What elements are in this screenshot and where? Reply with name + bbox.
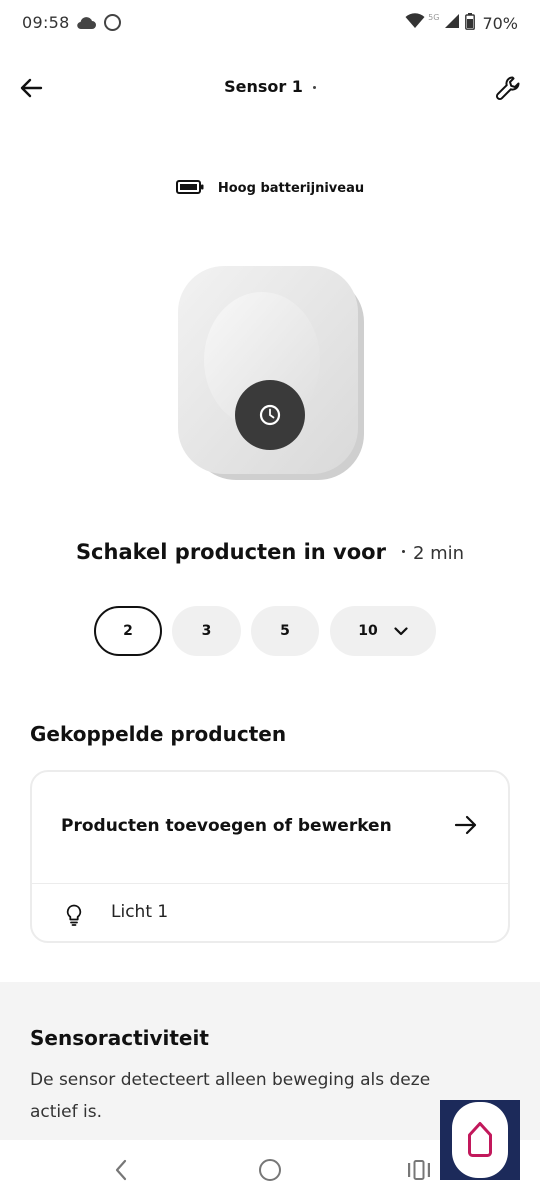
network-type: 5G (428, 12, 440, 22)
wrench-icon (495, 76, 520, 101)
title-dot (312, 86, 316, 89)
battery-level-label: Hoog batterijniveau (217, 180, 365, 196)
sensor-activity-description: De sensor detecteert alleen beweging als… (30, 1070, 431, 1122)
add-edit-products-row[interactable]: Producten toevoegen of bewerken (32, 772, 508, 883)
delay-title: Schakel producten in voor (75, 540, 386, 564)
delay-option-5[interactable]: 5 (251, 606, 319, 656)
settings-button[interactable] (490, 70, 526, 106)
sensor-device-image (170, 262, 370, 482)
delay-value: 2 min (412, 543, 465, 564)
arrow-right-icon (454, 815, 477, 835)
delay-option-2[interactable]: 2 (94, 606, 162, 656)
delay-option-3[interactable]: 3 (172, 606, 241, 656)
linked-product-name: Licht 1 (111, 902, 169, 922)
linked-products-card: Producten toevoegen of bewerken Licht 1 (30, 770, 510, 943)
home-app-icon-bg (452, 1102, 508, 1178)
notification-circle-icon (104, 14, 121, 31)
nav-home-icon[interactable] (259, 1159, 281, 1181)
wifi-icon (405, 13, 425, 33)
delay-heading: Schakel producten in voor 2 min (0, 540, 540, 576)
battery-full-icon (175, 179, 204, 198)
nav-back-icon[interactable] (110, 1158, 134, 1182)
status-indicators: 5G 70% (405, 12, 518, 34)
delay-option-10-dropdown[interactable]: 10 (330, 606, 436, 656)
signal-icon (444, 13, 460, 33)
add-edit-products-label: Producten toevoegen of bewerken (61, 816, 392, 836)
bulb-icon (66, 904, 82, 926)
delay-options: 2 3 5 10 (94, 606, 454, 656)
delay-option-10-label: 10 (358, 623, 378, 639)
linked-products-title: Gekoppelde producten (30, 722, 287, 746)
chevron-down-icon (394, 626, 408, 635)
nav-recent-apps-icon[interactable] (406, 1158, 432, 1182)
system-navigation-bar (0, 1140, 440, 1200)
cloud-icon (76, 15, 96, 34)
delay-separator (401, 550, 405, 553)
home-icon (468, 1122, 492, 1157)
status-time: 09:58 (22, 13, 70, 32)
app-bar: Sensor 1 (0, 60, 540, 116)
page-title: Sensor 1 (0, 77, 540, 96)
page-title-text: Sensor 1 (224, 77, 303, 96)
battery-percent: 70% (482, 13, 518, 33)
battery-level: Hoog batterijniveau (0, 176, 540, 200)
app-shortcut-button[interactable] (440, 1100, 520, 1180)
status-bar: 09:58 5G 70% (0, 0, 540, 46)
sensor-activity-title: Sensoractiviteit (30, 1026, 209, 1050)
battery-status-icon (465, 12, 476, 34)
linked-product-item[interactable]: Licht 1 (32, 884, 508, 943)
